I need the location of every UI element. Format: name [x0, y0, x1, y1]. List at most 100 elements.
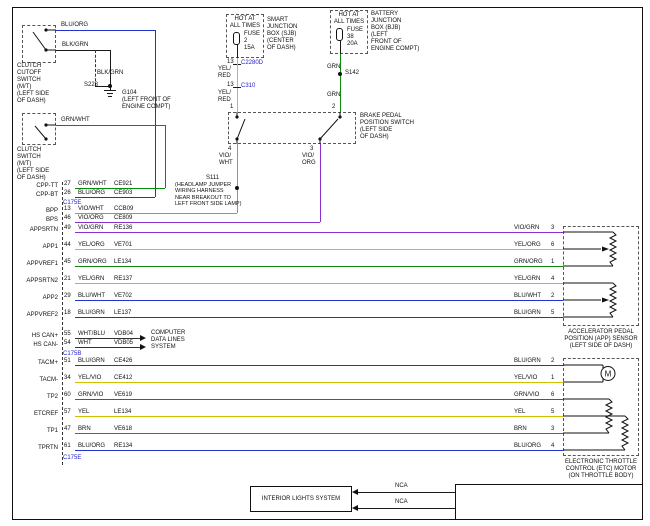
circuit-code: CE921: [114, 181, 132, 187]
fuse-38-label: FUSE 38 20A: [347, 27, 363, 48]
pin-number: 57: [64, 409, 71, 415]
wire-label-vio-org: VIO/ ORG: [302, 153, 316, 167]
arrow-left-icon: [352, 505, 358, 511]
wire-color-label-right: YEL/VIO: [514, 375, 537, 381]
pin-label: APP2: [43, 295, 58, 301]
pin-number: 13: [64, 206, 71, 212]
component-pin-number: 4: [551, 276, 554, 282]
brake-switch-symbols: [228, 112, 356, 144]
motor-m-label: M: [605, 370, 612, 379]
pin-number: 45: [64, 259, 71, 265]
pin-label: HS CAN+: [32, 333, 58, 339]
pcm-row-appvref1: APPVREF1 45 GRN/ORG LE134 GRN/ORG 1: [0, 259, 650, 271]
pcm-row-tacm-plus: TACM+ 51 BLU/GRN CE426 BLU/GRN 2: [0, 358, 650, 370]
wire: [75, 213, 237, 214]
circuit-code: LE137: [114, 310, 131, 316]
pcm-row-appsrtn2: APPSRTN2 21 YEL/GRN RE137 YEL/GRN 4: [0, 276, 650, 288]
wire-color-label: YEL/ORG: [78, 242, 105, 248]
pin-label: APP1: [43, 244, 58, 250]
wire-color-label: YEL/VIO: [78, 375, 101, 381]
connector-c310-tick: [233, 87, 241, 88]
wire-color-label: BLU/GRN: [78, 358, 105, 364]
wire-color-label: BLU/GRN: [78, 310, 105, 316]
wire-color-label: VIO/ORG: [78, 215, 104, 221]
wire-grn: [340, 54, 341, 112]
wire-grn-wht: [56, 125, 165, 126]
wire: [75, 232, 563, 233]
wire: [75, 300, 563, 301]
clutch-cutoff-switch-label: CLUTCH CUTOFF SWITCH (M/T) (LEFT SIDE OF…: [17, 63, 49, 105]
wire-color-label: WHT: [78, 340, 92, 346]
pcm-row-appvref2: APPVREF2 18 BLU/GRN LE137 BLU/GRN 5: [0, 310, 650, 322]
wire: [75, 416, 563, 417]
clutch-switch-symbol: [22, 113, 56, 145]
component-pin-number: 5: [551, 409, 554, 415]
pcm-row-tp1: TP1 47 BRN VE618 BRN 3: [0, 426, 650, 438]
nca-label-top: NCA: [395, 483, 408, 490]
wire-color-label-right: YEL/ORG: [514, 242, 541, 248]
wire-label-blu-org: BLU/ORG: [61, 22, 88, 29]
circuit-code: VE619: [114, 392, 132, 398]
fuse-2-lead: [237, 44, 238, 58]
wire: [75, 197, 155, 198]
wire-color-label-right: BLU/ORG: [514, 443, 541, 449]
brake-pin-top-left: 1: [230, 104, 233, 111]
wire-color-label-right: VIO/GRN: [514, 225, 539, 231]
circuit-code: CE426: [114, 358, 132, 364]
pcm-row-tp2: TP2 60 GRN/VIO VE619 GRN/VIO 6: [0, 392, 650, 404]
wire: [75, 365, 563, 366]
connector-c175e-bottom: C175E: [63, 455, 81, 462]
pin-number: 44: [64, 242, 71, 248]
wire-color-label: BRN: [78, 426, 91, 432]
pin-number: 49: [64, 225, 71, 231]
pin-label: APPSRTN: [30, 227, 58, 233]
pin-label: CPP-BT: [36, 192, 58, 198]
component-pin-number: 6: [551, 242, 554, 248]
pcm-row-app1: APP1 44 YEL/ORG VE701 YEL/ORG 6: [0, 242, 650, 254]
interior-lights-system-box: INTERIOR LIGHTS SYSTEM: [250, 486, 352, 512]
wire: [75, 347, 140, 348]
wire: [75, 188, 165, 189]
pin-label: APPVREF1: [27, 261, 58, 267]
wire-color-label: BLU/WHT: [78, 293, 105, 299]
wire-color-label-right: BLU/GRN: [514, 358, 541, 364]
pin-number: 29: [64, 293, 71, 299]
pin-number: 54: [64, 340, 71, 346]
pin-label: TP2: [47, 394, 58, 400]
circuit-code: VDB05: [114, 340, 133, 346]
wire-color-label-right: BRN: [514, 426, 527, 432]
nca-wire-top: [358, 492, 455, 493]
pin-label: HS CAN-: [33, 342, 58, 348]
pcm-row-etcref: ETCREF 57 YEL LE134 YEL 5: [0, 409, 650, 421]
wire-color-label-right: GRN/ORG: [514, 259, 543, 265]
wire: [75, 450, 563, 451]
pin-number: 61: [64, 443, 71, 449]
wire-grn-wht-vertical: [165, 125, 166, 188]
wire: [75, 317, 563, 318]
pin-label: TPRTN: [38, 445, 58, 451]
wire: [75, 249, 563, 250]
brake-pin-bottom-left: 4: [228, 146, 231, 153]
fuse-2-label: FUSE 2 15A: [244, 31, 260, 52]
etc-motor-internals: M: [563, 358, 639, 456]
clutch-cutoff-switch-symbol: [22, 25, 56, 63]
circuit-code: CE903: [114, 190, 132, 196]
sjb-hot-label: HOT AT ALL TIMES: [226, 16, 264, 30]
pin-number: 18: [64, 310, 71, 316]
wire-color-label: GRN/ORG: [78, 259, 107, 265]
wiring-diagram-page: CLUTCH CUTOFF SWITCH (M/T) (LEFT SIDE OF…: [0, 0, 650, 526]
etc-motor-label: ELECTRONIC THROTTLE CONTROL (ETC) MOTOR …: [553, 459, 649, 480]
component-pin-number: 6: [551, 392, 554, 398]
wire-color-label-right: YEL: [514, 409, 525, 415]
brake-switch-label: BRAKE PEDAL POSITION SWITCH (LEFT SIDE O…: [360, 113, 414, 141]
app-sensor-label: ACCELERATOR PEDAL POSITION (APP) SENSOR …: [553, 329, 649, 350]
wire-color-label: WHT/BLU: [78, 331, 105, 337]
nca-label-bottom: NCA: [395, 499, 408, 506]
pin-label: TACM+: [38, 360, 58, 366]
wire-blu-org: [56, 30, 155, 31]
pin-label: CPP-TT: [36, 183, 58, 189]
app-sensor-internals: [563, 226, 639, 326]
splice-s228-label: S228: [84, 82, 98, 89]
pin-number: 26: [64, 190, 71, 196]
pin-number: 55: [64, 331, 71, 337]
